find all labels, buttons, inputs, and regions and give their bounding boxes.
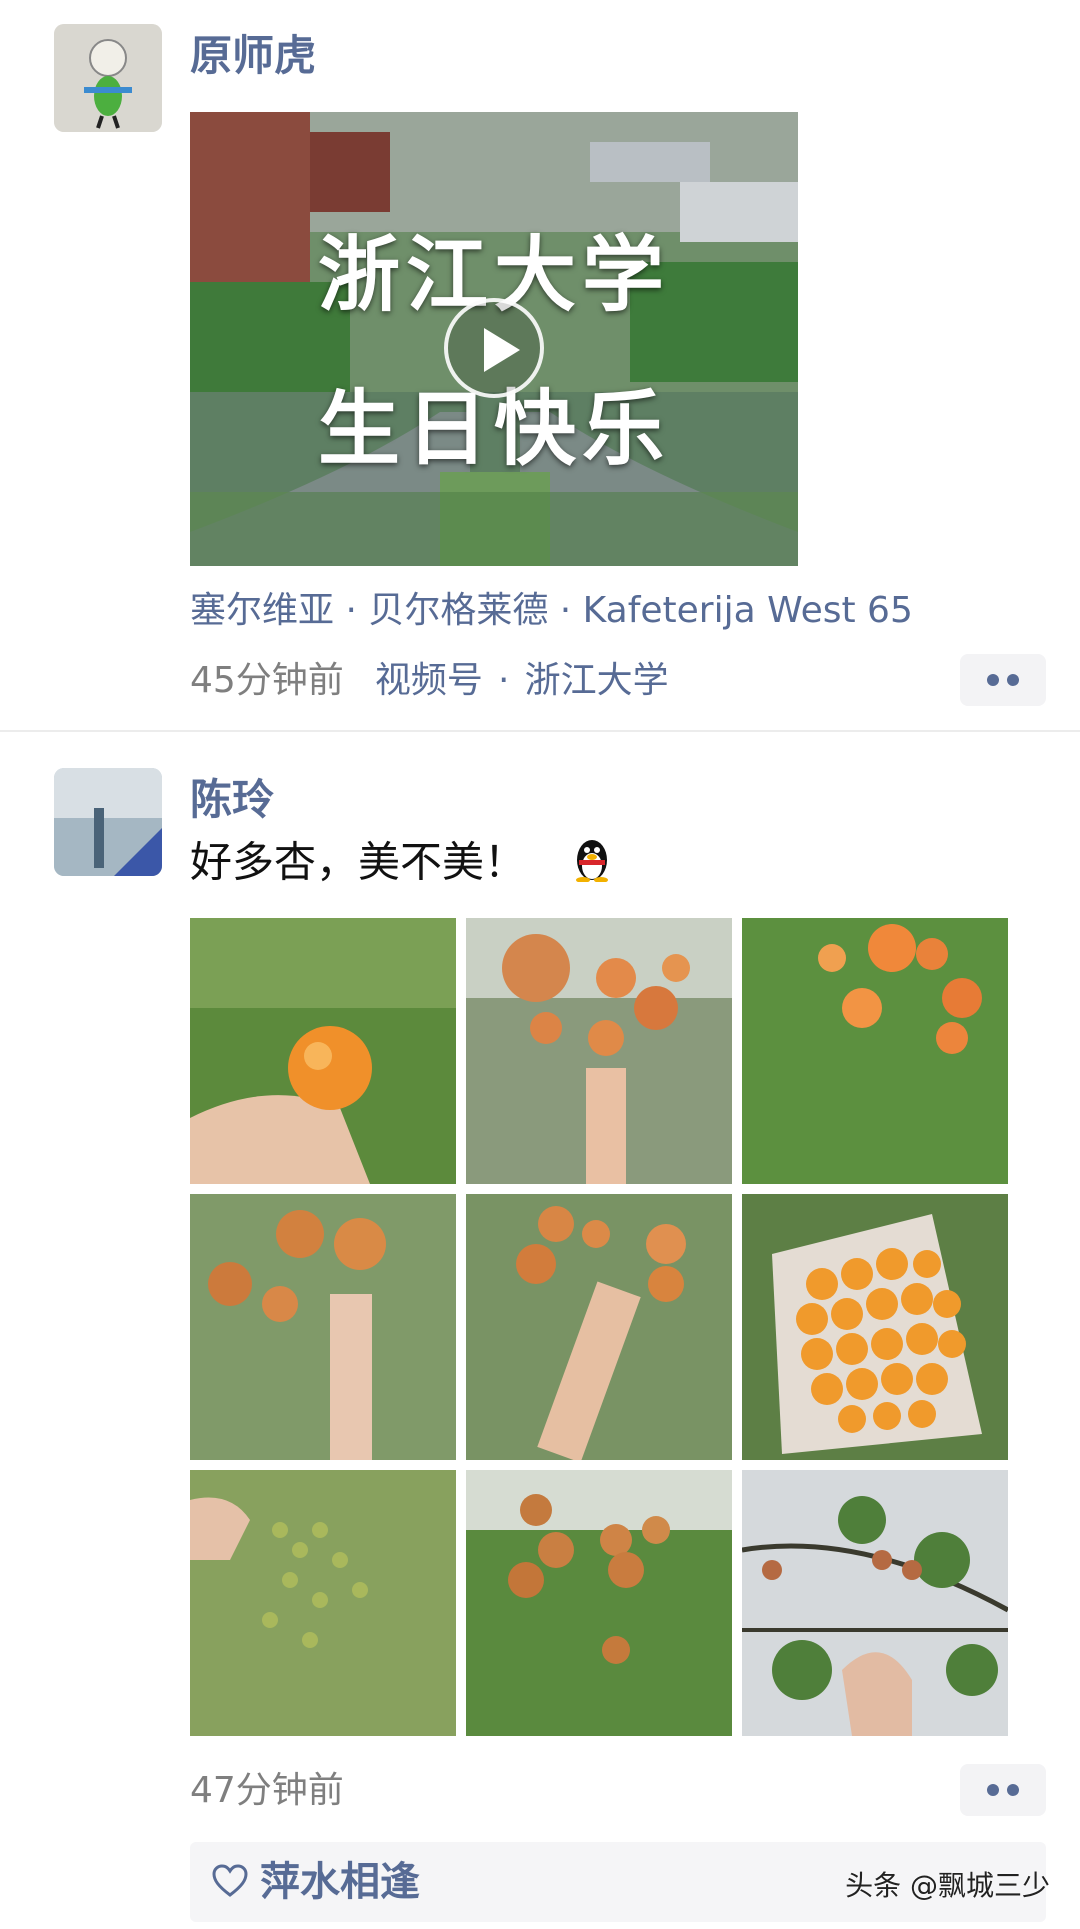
avatar-drawing-icon	[54, 24, 162, 132]
photo-grid	[190, 918, 1008, 1736]
moment-post-1: 原师虎 浙江大学 生日快乐 塞尔维亚 · 贝尔格莱德 · Kafeterija …	[0, 0, 1080, 728]
avatar-photo-icon	[54, 768, 162, 876]
photo-thumbnail[interactable]	[742, 1470, 1008, 1736]
author-name[interactable]: 陈玲	[190, 774, 274, 826]
channel-separator: ·	[498, 660, 510, 701]
photo-thumbnail[interactable]	[190, 1470, 456, 1736]
author-name[interactable]: 原师虎	[190, 30, 316, 82]
heart-icon	[212, 1864, 248, 1902]
photo-thumbnail[interactable]	[466, 918, 732, 1184]
author-avatar[interactable]	[54, 768, 162, 876]
qq-penguin-emoji-icon	[569, 836, 615, 894]
play-icon[interactable]	[444, 298, 544, 398]
post-text: 好多杏，美不美！	[190, 836, 615, 894]
channel-label[interactable]: 视频号	[375, 660, 483, 701]
author-avatar[interactable]	[54, 24, 162, 132]
photo-thumbnail[interactable]	[190, 918, 456, 1184]
photo-thumbnail[interactable]	[466, 1194, 732, 1460]
post-time: 47分钟前	[190, 1770, 344, 1811]
more-dots-icon[interactable]	[960, 1764, 1046, 1816]
post-text-content: 好多杏，美不美！	[190, 837, 527, 887]
photo-thumbnail[interactable]	[742, 918, 1008, 1184]
photo-thumbnail[interactable]	[466, 1470, 732, 1736]
photo-thumbnail[interactable]	[742, 1194, 1008, 1460]
video-thumbnail[interactable]: 浙江大学 生日快乐	[190, 112, 798, 566]
post-meta: 45分钟前 视频号 · 浙江大学	[190, 658, 669, 704]
liker-name[interactable]: 萍水相逢	[260, 1856, 420, 1908]
photo-thumbnail[interactable]	[190, 1194, 456, 1460]
location-label[interactable]: 塞尔维亚 · 贝尔格莱德 · Kafeterija West 65	[190, 588, 913, 634]
post-time: 45分钟前	[190, 660, 344, 701]
more-dots-icon[interactable]	[960, 654, 1046, 706]
post-divider	[0, 730, 1080, 732]
channel-name[interactable]: 浙江大学	[525, 660, 669, 701]
watermark: 头条 @飘城三少	[845, 1869, 1050, 1902]
